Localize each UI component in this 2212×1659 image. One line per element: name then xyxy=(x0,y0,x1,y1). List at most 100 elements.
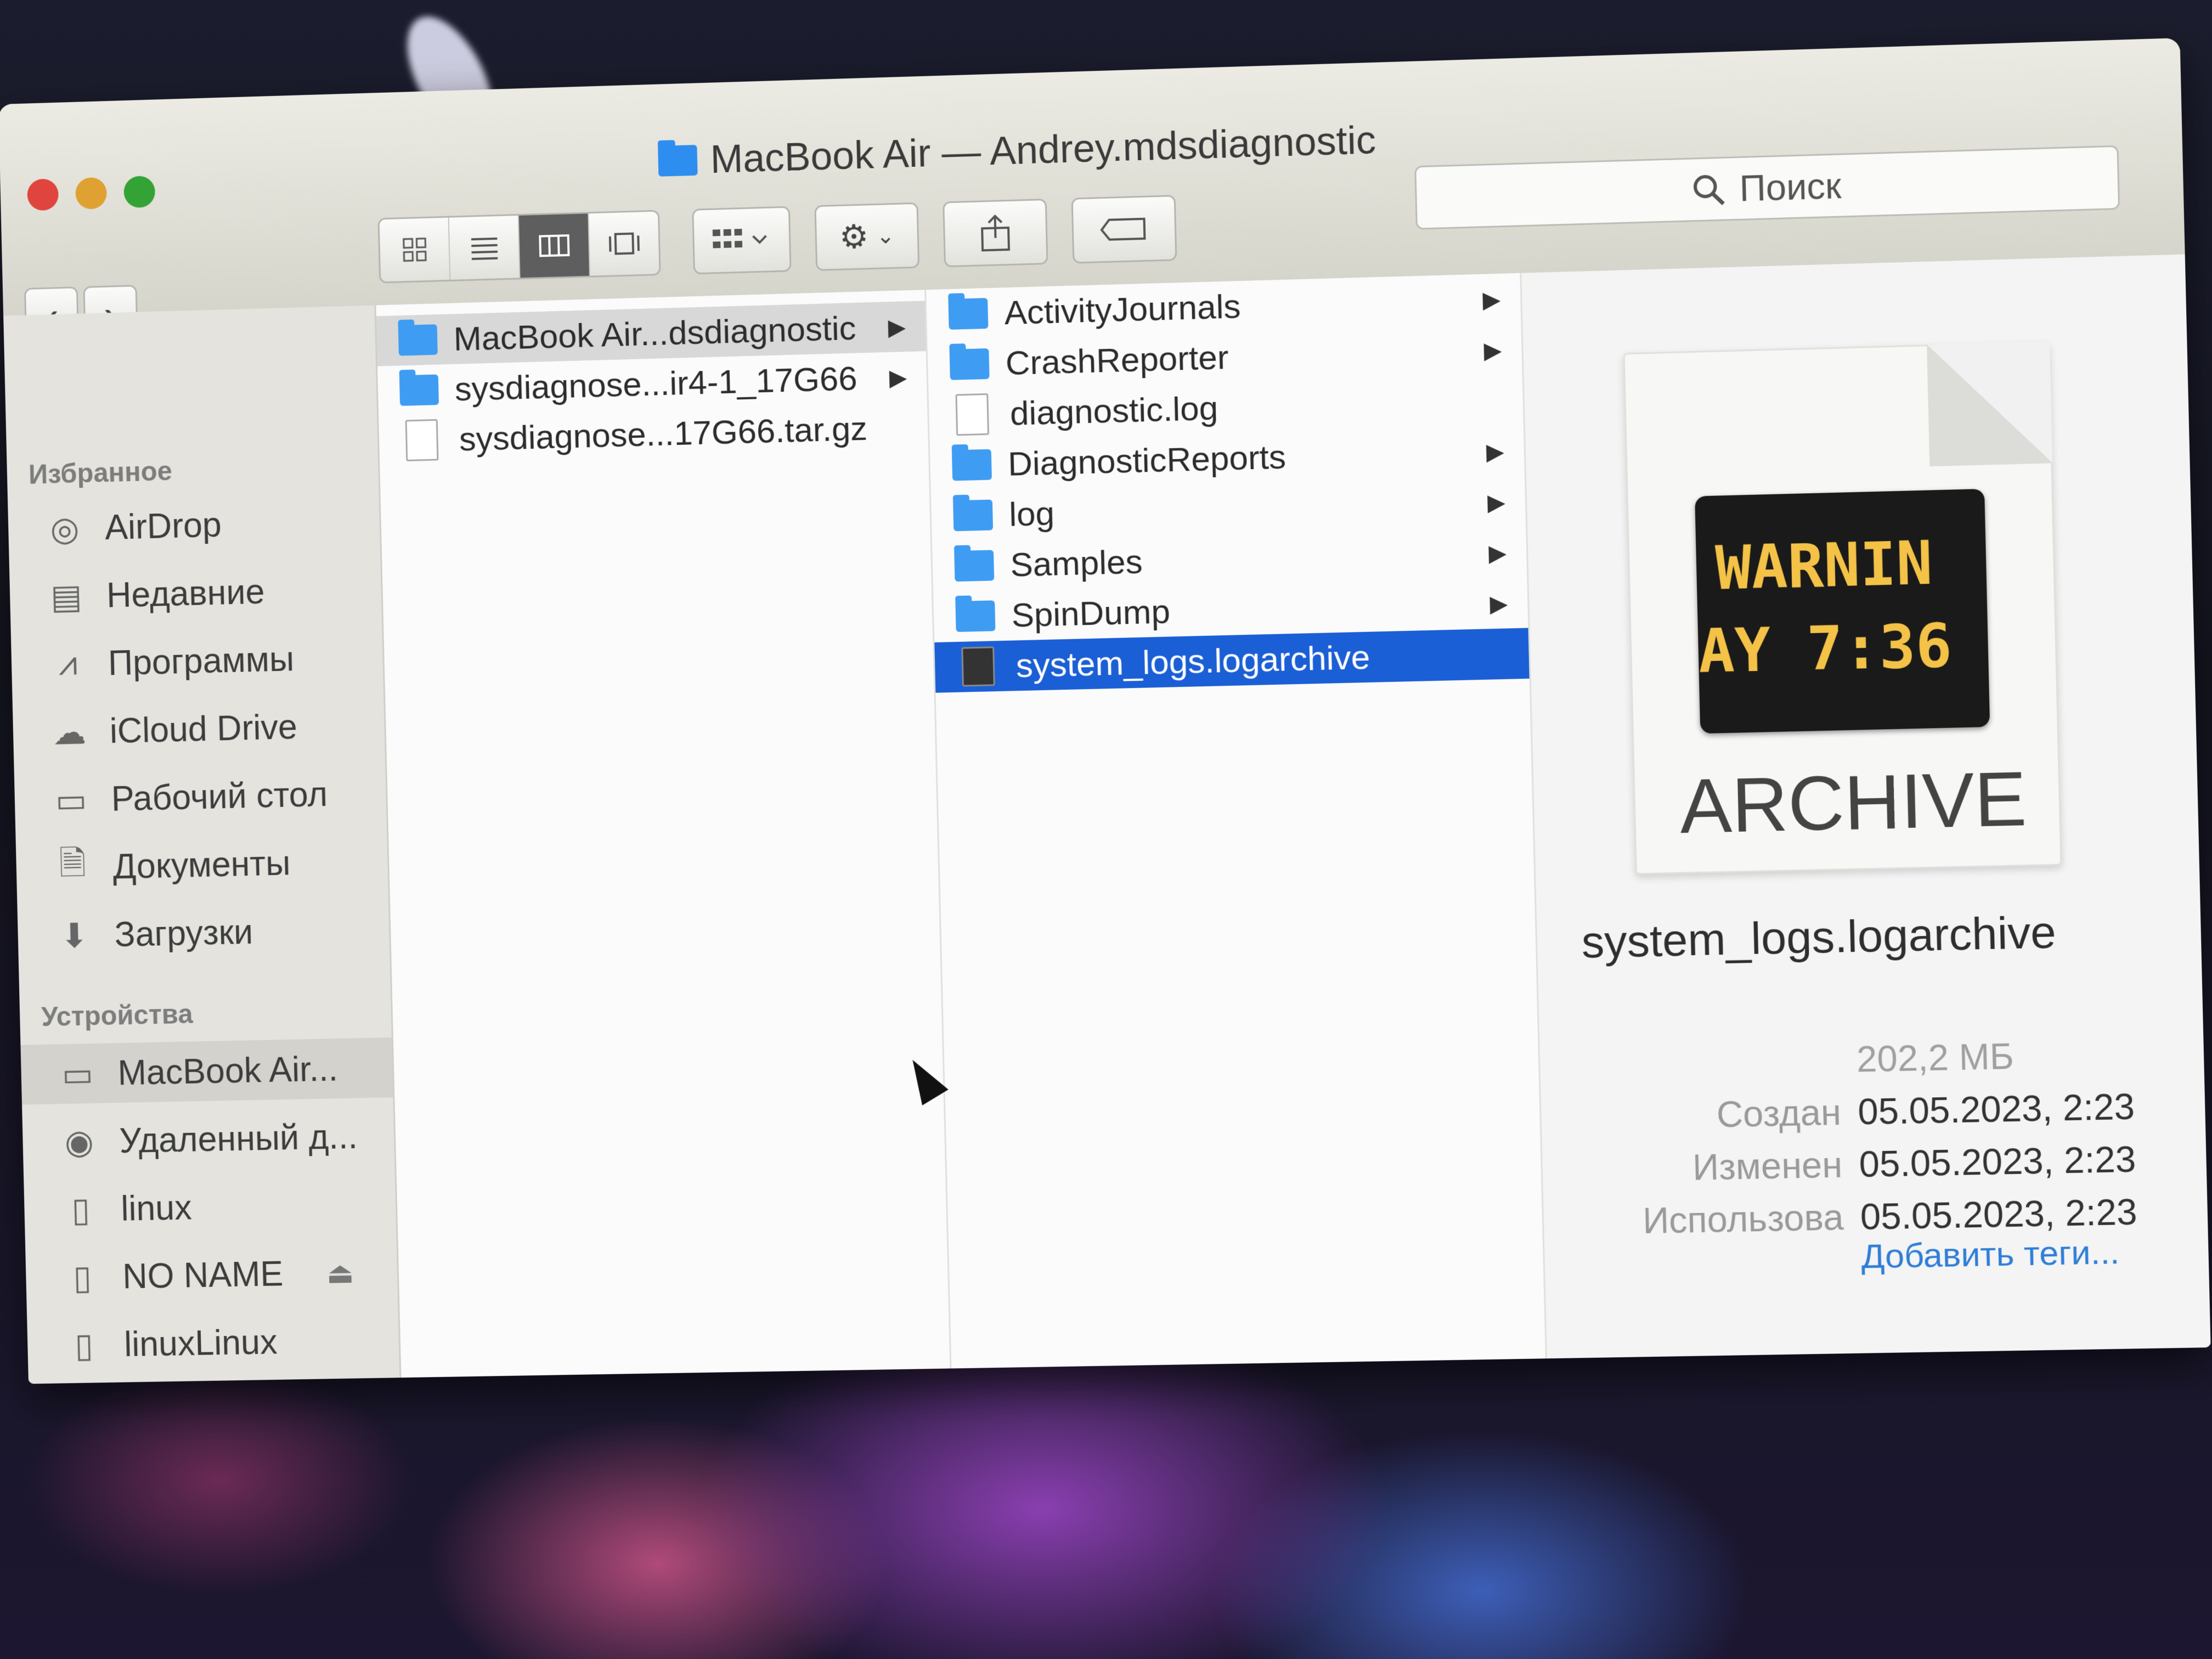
desktop-icon: ▭ xyxy=(55,781,88,820)
sidebar-item-label: linux xyxy=(120,1187,193,1228)
search-field[interactable]: Поиск xyxy=(1414,145,2120,230)
remote-disc-icon: ◉ xyxy=(64,1123,94,1161)
gallery-icon xyxy=(606,230,641,257)
archive-file-icon xyxy=(405,419,439,461)
sidebar-item-airdrop[interactable]: ◎ AirDrop xyxy=(8,490,380,560)
arrange-button[interactable] xyxy=(692,206,792,275)
created-label: Создан xyxy=(1716,1091,1842,1135)
sidebar-item-macbook-air[interactable]: ▭ MacBook Air... xyxy=(20,1037,393,1105)
sidebar-item-icloud[interactable]: ☁ iCloud Drive xyxy=(13,695,385,763)
sidebar-item-label: linuxLinux xyxy=(123,1322,278,1364)
folder-icon xyxy=(658,144,698,177)
search-icon xyxy=(1690,172,1725,207)
folder-icon xyxy=(398,324,438,356)
column-item-label: DiagnosticReports xyxy=(1007,437,1286,483)
modified-label: Изменен xyxy=(1692,1144,1843,1188)
sidebar-item-linuxlinux[interactable]: ▯ linuxLinux xyxy=(27,1310,399,1375)
column-item-label: sysdiagnose...17G66.tar.gz xyxy=(459,409,868,458)
browser-column-2[interactable]: ActivityJournals ▶ CrashReporter ▶ diagn… xyxy=(926,273,1547,1369)
window-title-text: MacBook Air — Andrey.mdsdiagnostic xyxy=(709,118,1376,182)
column-item-label: log xyxy=(1008,494,1055,534)
eject-icon[interactable]: ⏏ xyxy=(326,1255,354,1290)
sidebar-item-applications[interactable]: ⩘ Программы xyxy=(11,627,383,695)
sidebar: Избранное ◎ AirDrop ▤ Недавние ⩘ Програм… xyxy=(3,305,402,1384)
folder-icon xyxy=(953,499,994,532)
tag-icon xyxy=(1099,217,1149,242)
airdrop-icon: ◎ xyxy=(49,510,80,549)
column-item-label: SpinDump xyxy=(1011,592,1171,635)
sidebar-item-documents[interactable]: 🗎 Документы xyxy=(16,831,388,899)
sidebar-item-desktop[interactable]: ▭ Рабочий стол xyxy=(14,763,387,831)
console-text-line: WARNIN xyxy=(1714,529,1934,603)
disclosure-arrow-icon: ▶ xyxy=(1488,539,1507,566)
gear-icon: ⚙ xyxy=(839,218,870,256)
sidebar-item-label: Рабочий стол xyxy=(111,774,328,819)
share-icon xyxy=(979,213,1012,253)
column-item-label: system_logs.logarchive xyxy=(1015,638,1370,685)
column-item-label: CrashReporter xyxy=(1005,338,1229,382)
sidebar-item-no-name[interactable]: ▯ NO NAME ⏏ xyxy=(25,1242,398,1308)
documents-icon: 🗎 xyxy=(59,844,87,883)
view-mode-group xyxy=(377,210,661,284)
disclosure-arrow-icon: ▶ xyxy=(1486,438,1505,465)
disclosure-arrow-icon: ▶ xyxy=(1482,286,1501,313)
column-item-label: Samples xyxy=(1009,543,1143,584)
preview-file-size: 202,2 МБ xyxy=(1856,1035,2015,1080)
disclosure-arrow-icon: ▶ xyxy=(1483,336,1502,363)
tag-button[interactable] xyxy=(1071,195,1177,264)
browser-column-1[interactable]: MacBook Air...dsdiagnostic ▶ sysdiagnose… xyxy=(376,290,952,1378)
columns-icon xyxy=(538,232,571,259)
logarchive-preview-icon: WARNIN AY 7:36 ARCHIVE xyxy=(1623,341,2062,875)
sidebar-item-label: Программы xyxy=(108,639,295,683)
sidebar-item-linux[interactable]: ▯ linux xyxy=(24,1173,396,1240)
console-text-line: AY 7:36 xyxy=(1697,611,1953,687)
add-tags-link[interactable]: Добавить теги... xyxy=(1861,1233,2120,1277)
icloud-icon: ☁ xyxy=(52,713,87,752)
sidebar-item-label: NO NAME xyxy=(122,1254,284,1296)
document-icon xyxy=(955,393,990,436)
chevron-down-icon: ⌄ xyxy=(876,224,895,249)
disk-icon: ▯ xyxy=(72,1259,92,1297)
column-item-label: MacBook Air...dsdiagnostic xyxy=(453,309,857,358)
laptop-icon: ▭ xyxy=(61,1055,94,1093)
sidebar-item-downloads[interactable]: ⬇ Загрузки xyxy=(18,899,390,966)
last-opened-value: 05.05.2023, 2:23 xyxy=(1860,1191,2138,1238)
gallery-view-button[interactable] xyxy=(589,212,659,276)
window-title: MacBook Air — Andrey.mdsdiagnostic xyxy=(658,117,1376,184)
created-value: 05.05.2023, 2:23 xyxy=(1857,1086,2135,1132)
column-view-button[interactable] xyxy=(518,213,590,278)
column-item-label: sysdiagnose...ir4-1_17G66 xyxy=(454,359,858,408)
folder-icon xyxy=(399,374,439,406)
minimize-button[interactable] xyxy=(75,177,108,210)
disk-icon: ▯ xyxy=(74,1327,94,1364)
close-button[interactable] xyxy=(27,178,59,211)
modified-value: 05.05.2023, 2:23 xyxy=(1858,1138,2137,1185)
disk-icon: ▯ xyxy=(71,1190,91,1229)
recents-icon: ▤ xyxy=(50,578,83,616)
arrange-icon xyxy=(712,229,772,249)
last-opened-label: Использова xyxy=(1642,1197,1844,1242)
folder-icon xyxy=(954,550,995,582)
share-button[interactable] xyxy=(943,199,1048,268)
list-view-button[interactable] xyxy=(449,215,521,280)
logarchive-icon xyxy=(961,646,995,687)
column-item-label: ActivityJournals xyxy=(1003,287,1242,332)
icon-caption: ARCHIVE xyxy=(1679,754,2028,850)
disclosure-arrow-icon: ▶ xyxy=(888,313,906,340)
folder-icon xyxy=(948,298,989,330)
icon-view-button[interactable] xyxy=(379,217,451,282)
folder-icon xyxy=(951,449,992,481)
folder-icon xyxy=(949,348,990,380)
finder-window: MacBook Air — Andrey.mdsdiagnostic ⚙ ⌄ П… xyxy=(0,38,2211,1384)
column-item-label: diagnostic.log xyxy=(1009,389,1218,433)
sidebar-section-header: Устройства xyxy=(41,998,194,1032)
sidebar-item-label: Недавние xyxy=(106,572,266,615)
sidebar-item-remote-disc[interactable]: ◉ Удаленный д... xyxy=(22,1105,394,1172)
preview-file-name: system_logs.logarchive xyxy=(1581,907,2057,968)
zoom-button[interactable] xyxy=(123,176,156,208)
sidebar-item-label: Удаленный д... xyxy=(119,1116,358,1160)
sidebar-item-recents[interactable]: ▤ Недавние xyxy=(9,558,382,628)
disclosure-arrow-icon: ▶ xyxy=(1489,590,1508,617)
sidebar-item-label: AirDrop xyxy=(104,505,222,548)
action-menu-button[interactable]: ⚙ ⌄ xyxy=(814,202,920,271)
